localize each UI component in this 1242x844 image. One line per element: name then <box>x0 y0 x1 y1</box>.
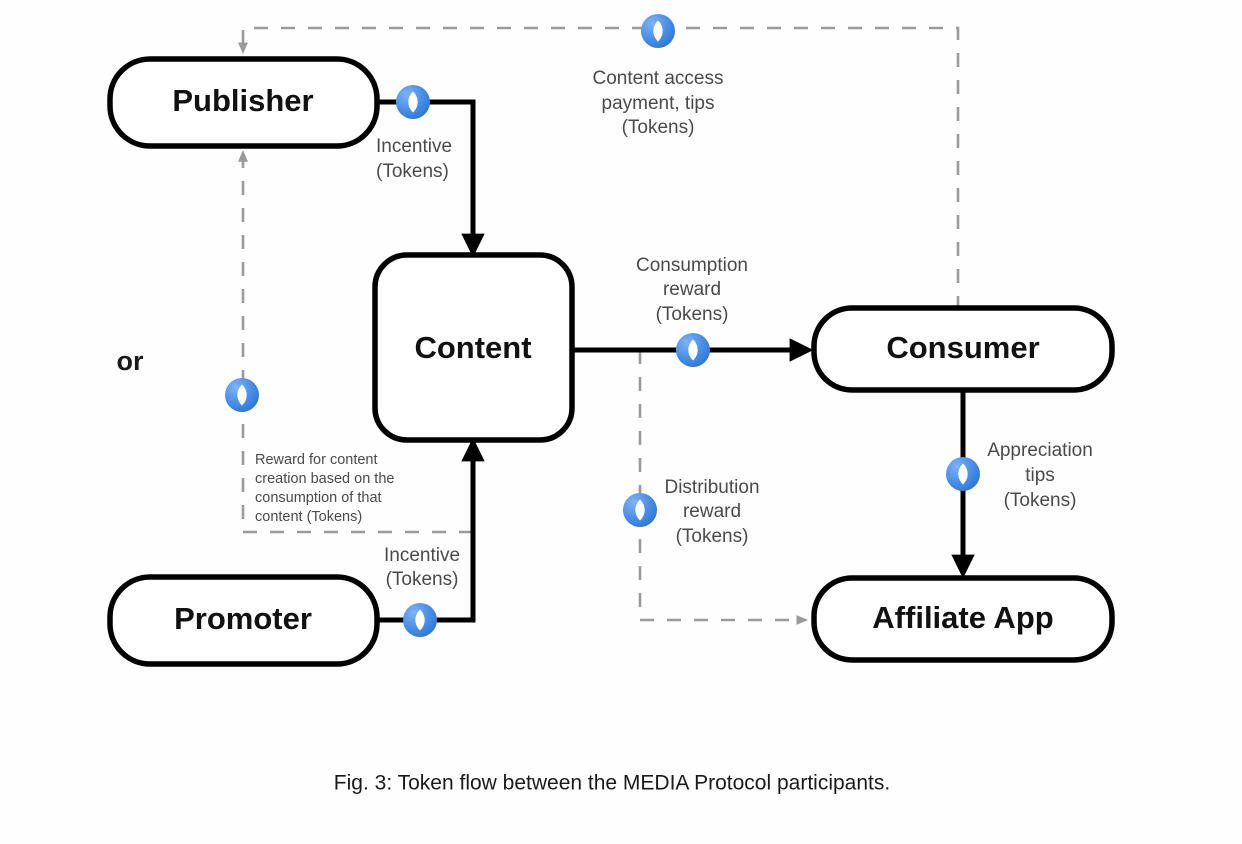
label-reward-line3: consumption of that <box>255 490 382 506</box>
node-consumer-label: Consumer <box>886 330 1039 365</box>
node-publisher[interactable]: Publisher <box>107 56 380 149</box>
media-token-icon <box>946 457 980 491</box>
node-publisher-label: Publisher <box>172 83 313 118</box>
label-incentive-bottom: Incentive (Tokens) <box>384 545 460 590</box>
label-reward-line2: creation based on the <box>255 471 394 487</box>
node-consumer[interactable]: Consumer <box>811 305 1115 393</box>
media-token-icon <box>225 378 259 412</box>
node-promoter[interactable]: Promoter <box>107 574 380 667</box>
node-content[interactable]: Content <box>372 252 575 443</box>
label-distribution-reward: Distribution reward (Tokens) <box>664 477 759 547</box>
label-distribution-line3: (Tokens) <box>676 526 749 547</box>
media-token-icon <box>676 333 710 367</box>
label-distribution-line1: Distribution <box>664 477 759 498</box>
label-distribution-line2: reward <box>683 501 741 522</box>
label-incentive-top: Incentive (Tokens) <box>376 136 452 182</box>
or-label: or <box>117 346 144 376</box>
label-content-access: Content access payment, tips (Tokens) <box>593 68 724 138</box>
node-affiliate-app[interactable]: Affiliate App <box>811 575 1115 663</box>
label-consumption-line1: Consumption <box>636 255 748 276</box>
label-incentive-top-line1: Incentive <box>376 136 452 157</box>
token-flow-diagram: Publisher Content Promoter Consumer Affi… <box>107 14 1115 795</box>
label-consumption-reward: Consumption reward (Tokens) <box>636 255 748 325</box>
label-content-access-line3: (Tokens) <box>622 117 695 138</box>
label-incentive-bottom-line2: (Tokens) <box>386 569 459 590</box>
label-appreciation-tips: Appreciation tips (Tokens) <box>987 440 1093 511</box>
node-promoter-label: Promoter <box>174 601 312 636</box>
label-incentive-bottom-line1: Incentive <box>384 545 460 566</box>
media-token-icon <box>403 603 437 637</box>
label-incentive-top-line2: (Tokens) <box>376 161 449 182</box>
label-reward-line4: content (Tokens) <box>255 509 362 525</box>
label-consumption-line3: (Tokens) <box>656 304 729 325</box>
figure-canvas: Publisher Content Promoter Consumer Affi… <box>0 0 1242 844</box>
label-reward-for-content-creation: Reward for content creation based on the… <box>255 452 394 525</box>
label-reward-line1: Reward for content <box>255 452 378 468</box>
label-content-access-line1: Content access <box>593 68 724 89</box>
label-appreciation-line1: Appreciation <box>987 440 1093 461</box>
label-appreciation-line3: (Tokens) <box>1004 490 1077 511</box>
media-token-icon <box>396 85 430 119</box>
label-content-access-line2: payment, tips <box>602 93 715 114</box>
media-token-icon <box>623 493 657 527</box>
media-token-icon <box>641 14 675 48</box>
label-consumption-line2: reward <box>663 279 721 300</box>
node-affiliate-app-label: Affiliate App <box>872 600 1053 635</box>
label-appreciation-line2: tips <box>1025 465 1055 486</box>
node-content-label: Content <box>414 330 531 365</box>
figure-caption: Fig. 3: Token flow between the MEDIA Pro… <box>334 772 890 795</box>
